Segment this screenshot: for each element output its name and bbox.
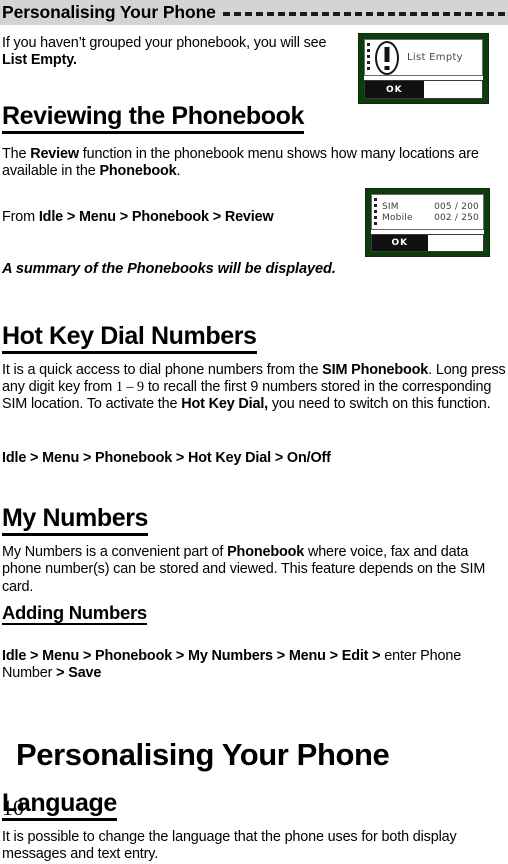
review-bold-2: Phonebook xyxy=(99,163,177,180)
path-prefix: From xyxy=(2,209,39,226)
hotkey-text-1: It is a quick access to dial phone numbe… xyxy=(2,361,323,378)
my-numbers-paragraph: My Numbers is a convenient part of Phone… xyxy=(2,544,508,596)
language-paragraph: It is possible to change the language th… xyxy=(2,828,457,863)
path-text: Idle > Menu > Phonebook > Review xyxy=(38,209,274,226)
adding-numbers-menu-path: Idle > Menu > Phonebook > My Numbers > M… xyxy=(2,648,508,683)
review-summary-note: A summary of the Phonebooks will be disp… xyxy=(2,261,336,278)
intro-text-bold: List Empty. xyxy=(2,52,77,69)
addnum-path-2: > Save xyxy=(52,665,102,682)
heading-hot-key-dial-numbers: Hot Key Dial Numbers xyxy=(2,322,257,354)
hotkey-bold-2: Hot Key Dial, xyxy=(181,396,269,413)
running-header-title: Personalising Your Phone xyxy=(2,2,216,22)
hotkey-text-4: you need to switch on this function. xyxy=(268,396,491,413)
hotkey-bold-1: SIM Phonebook xyxy=(322,361,429,378)
dashed-rule-decoration xyxy=(222,11,508,16)
page-number: 10 xyxy=(2,795,24,820)
mynumbers-text-1: My Numbers is a convenient part of xyxy=(2,544,228,560)
intro-text-lead: If you haven’t grouped your phonebook, y… xyxy=(2,35,327,51)
hot-key-dial-menu-path: Idle > Menu > Phonebook > Hot Key Dial >… xyxy=(2,450,331,467)
review-menu-path: From Idle > Menu > Phonebook > Review xyxy=(2,209,508,226)
chapter-title-personalising-your-phone: Personalising Your Phone xyxy=(16,736,390,772)
review-bold-1: Review xyxy=(30,145,79,162)
review-text-1: The xyxy=(2,145,31,162)
heading-reviewing-the-phonebook: Reviewing the Phonebook xyxy=(2,102,304,134)
mynumbers-bold-1: Phonebook xyxy=(227,544,305,560)
addnum-path-1: Idle > Menu > Phonebook > My Numbers > M… xyxy=(2,647,385,664)
intro-paragraph: If you haven’t grouped your phonebook, y… xyxy=(2,35,352,70)
review-text-3: . xyxy=(176,163,181,180)
subheading-adding-numbers: Adding Numbers xyxy=(2,602,147,626)
reviewing-paragraph: The Review function in the phonebook men… xyxy=(2,146,508,181)
hotkey-digit-range: 1 – 9 xyxy=(115,379,144,395)
hot-key-dial-paragraph: It is a quick access to dial phone numbe… xyxy=(2,362,508,414)
heading-my-numbers: My Numbers xyxy=(2,504,148,536)
page-content: If you haven’t grouped your phonebook, y… xyxy=(2,25,508,864)
page-running-header: Personalising Your Phone xyxy=(0,0,508,25)
